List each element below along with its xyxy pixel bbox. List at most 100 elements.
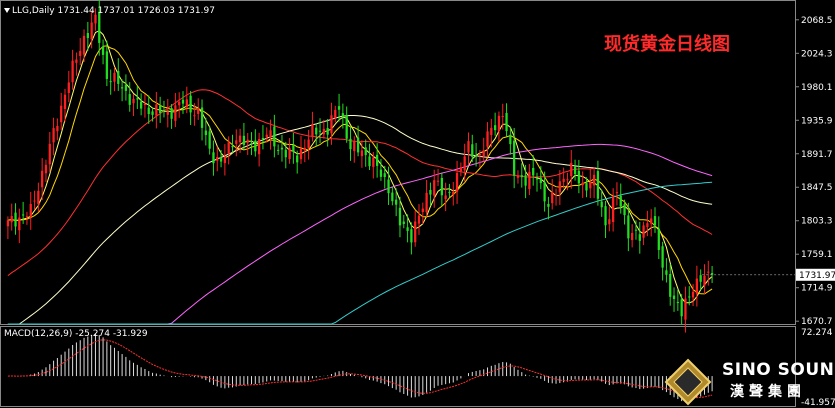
candle-body bbox=[117, 70, 120, 84]
candle-body bbox=[227, 142, 230, 154]
candle-body bbox=[707, 271, 710, 273]
candle bbox=[60, 92, 63, 130]
candle bbox=[14, 203, 17, 235]
candle-body bbox=[200, 107, 204, 128]
candle-body bbox=[669, 273, 672, 297]
candle bbox=[265, 127, 268, 143]
candle-body bbox=[417, 215, 421, 224]
candle-body bbox=[128, 94, 131, 105]
candle bbox=[520, 163, 523, 188]
candle-body bbox=[452, 192, 455, 195]
candle-body bbox=[48, 143, 51, 165]
candle bbox=[56, 118, 59, 141]
candle-body bbox=[398, 207, 402, 226]
candle bbox=[197, 98, 200, 120]
ma-220-line bbox=[7, 181, 713, 325]
candle-body bbox=[178, 101, 181, 106]
candle bbox=[353, 136, 356, 163]
candle bbox=[261, 125, 265, 150]
candle-body bbox=[341, 113, 345, 118]
candle-body bbox=[379, 169, 383, 177]
candle-body bbox=[67, 82, 70, 93]
candle bbox=[117, 58, 120, 91]
candle-body bbox=[414, 221, 417, 243]
candle-body bbox=[513, 140, 516, 176]
candle bbox=[71, 49, 74, 90]
candle bbox=[159, 96, 162, 123]
candle bbox=[455, 160, 459, 204]
candle-body bbox=[581, 182, 584, 186]
candle-body bbox=[410, 229, 413, 243]
candle-body bbox=[634, 229, 638, 231]
candle-body bbox=[124, 84, 128, 91]
candle-body bbox=[631, 232, 634, 241]
candle-body bbox=[619, 195, 622, 207]
candle-body bbox=[444, 195, 447, 199]
candle bbox=[592, 167, 596, 199]
candle-body bbox=[44, 164, 48, 174]
candle-body bbox=[170, 108, 173, 119]
candle-body bbox=[193, 115, 196, 117]
candle-body bbox=[277, 149, 280, 151]
candle-body bbox=[497, 115, 501, 132]
candle bbox=[189, 90, 192, 126]
candle-body bbox=[71, 60, 74, 83]
candle-body bbox=[532, 167, 535, 176]
candle bbox=[391, 186, 394, 206]
candle-body bbox=[402, 221, 405, 224]
candle bbox=[650, 209, 653, 237]
candle bbox=[288, 138, 291, 164]
candle bbox=[155, 91, 158, 129]
candle bbox=[277, 144, 280, 155]
candle bbox=[10, 203, 13, 231]
candle-body bbox=[37, 190, 40, 205]
candle bbox=[452, 182, 455, 206]
candle bbox=[292, 132, 295, 164]
candle bbox=[611, 188, 615, 232]
candle-body bbox=[349, 138, 352, 150]
candle-body bbox=[269, 130, 272, 138]
candle-body bbox=[547, 203, 550, 207]
candle-body bbox=[162, 109, 166, 112]
y-tick-label: 1670.7 bbox=[801, 317, 833, 327]
chart-frame bbox=[0, 0, 796, 407]
candle-body bbox=[155, 104, 158, 116]
candle-body bbox=[611, 196, 615, 223]
candle-body bbox=[216, 156, 219, 161]
candle bbox=[539, 166, 542, 190]
candle-body bbox=[505, 113, 508, 132]
candle bbox=[254, 129, 257, 157]
candle-body bbox=[425, 192, 428, 213]
macd-axis-bottom: -41.957 bbox=[801, 398, 835, 408]
candle-body bbox=[345, 115, 348, 139]
candle bbox=[299, 135, 303, 164]
candle-body bbox=[318, 130, 322, 132]
candle-body bbox=[14, 212, 17, 227]
candle-body bbox=[490, 127, 493, 136]
candle-body bbox=[471, 144, 474, 157]
candle bbox=[257, 132, 261, 167]
candle bbox=[109, 69, 112, 95]
candle-body bbox=[516, 175, 520, 178]
candle-body bbox=[596, 171, 600, 199]
candle-body bbox=[311, 124, 314, 138]
candle-body bbox=[113, 72, 116, 82]
candle-body bbox=[86, 33, 89, 39]
candle-body bbox=[242, 135, 246, 145]
candle bbox=[615, 182, 619, 206]
candle bbox=[562, 167, 565, 189]
candle bbox=[273, 114, 276, 158]
candle-body bbox=[520, 175, 523, 178]
candle-body bbox=[482, 150, 485, 157]
candle-body bbox=[699, 275, 702, 282]
y-tick-label: 1803.3 bbox=[801, 217, 833, 227]
candle bbox=[695, 265, 699, 307]
candle-body bbox=[174, 105, 177, 121]
candle bbox=[463, 143, 466, 182]
candle-body bbox=[284, 149, 287, 158]
candle bbox=[120, 79, 124, 102]
candle bbox=[124, 74, 128, 101]
candle bbox=[604, 200, 607, 239]
y-tick-label: 1759.1 bbox=[801, 250, 833, 260]
candle bbox=[349, 126, 352, 161]
